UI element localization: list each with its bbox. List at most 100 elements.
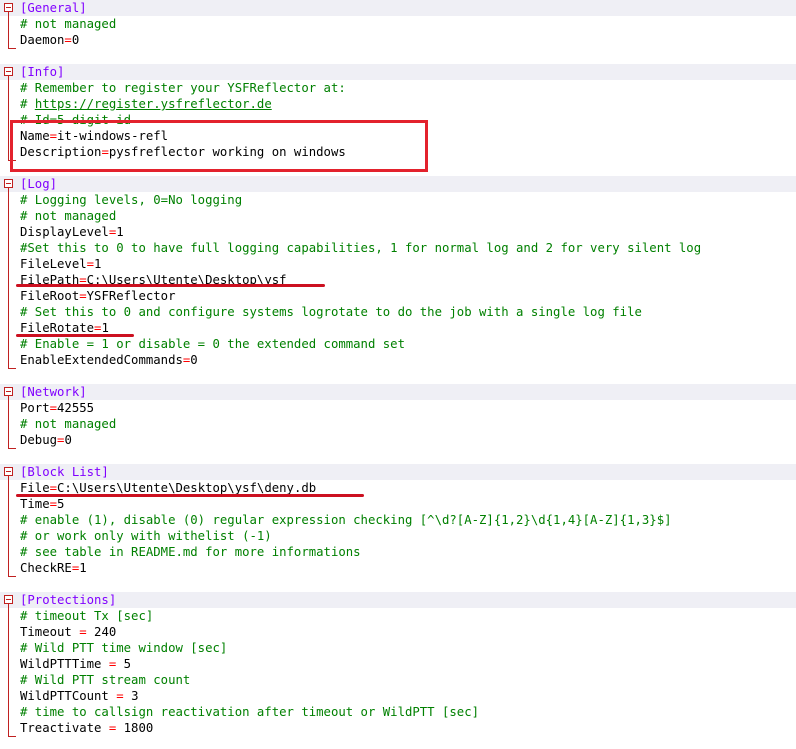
setting-line[interactable]: Port=42555 <box>0 400 796 416</box>
setting-value: 42555 <box>57 401 95 415</box>
comment-line[interactable]: # Set this to 0 and configure systems lo… <box>0 304 796 320</box>
setting-line[interactable]: FileRoot=YSFReflector <box>0 288 796 304</box>
setting-value: 3 <box>131 689 139 703</box>
comment: # https://register.ysfreflector.de <box>20 97 272 111</box>
comment-line[interactable]: # enable (1), disable (0) regular expres… <box>0 512 796 528</box>
setting-value: 1 <box>116 225 124 239</box>
line-text: # timeout Tx [sec] <box>20 608 153 624</box>
section-name: [Info] <box>20 65 65 79</box>
section-header[interactable]: [Info] <box>0 64 796 80</box>
comment-line[interactable]: # Logging levels, 0=No logging <box>0 192 796 208</box>
setting-key: CheckRE <box>20 561 72 575</box>
comment-line[interactable]: # Wild PTT time window [sec] <box>0 640 796 656</box>
fold-toggle-icon[interactable] <box>4 179 13 188</box>
comment-line[interactable]: # Remember to register your YSFReflector… <box>0 80 796 96</box>
setting-key: Treactivate <box>20 721 102 735</box>
setting-line[interactable]: CheckRE=1 <box>0 560 796 576</box>
setting-value: 0 <box>64 433 72 447</box>
section-title: [General] <box>20 0 87 16</box>
setting-value: 5 <box>57 497 65 511</box>
underline-blocklist-file <box>16 494 364 497</box>
section-header[interactable]: [General] <box>0 0 796 16</box>
comment-line[interactable]: # not managed <box>0 416 796 432</box>
section-title: [Network] <box>20 384 87 400</box>
fold-guide <box>8 476 9 576</box>
underline-filerotate <box>16 334 134 337</box>
fold-guide <box>8 188 9 368</box>
comment: # time to callsign reactivation after ti… <box>20 705 480 719</box>
highlight-box-name-description <box>10 120 428 172</box>
setting-key: DisplayLevel <box>20 225 109 239</box>
line-text: Debug=0 <box>20 432 72 448</box>
fold-toggle-icon[interactable] <box>4 387 13 396</box>
comment: #Set this to 0 to have full logging capa… <box>20 241 702 255</box>
section-header[interactable]: [Network] <box>0 384 796 400</box>
fold-toggle-icon[interactable] <box>4 595 13 604</box>
ini-editor[interactable]: [General] # not managed Daemon=0 [Info] # Re… <box>0 0 796 749</box>
line-text: # not managed <box>20 208 116 224</box>
register-link: https://register.ysfreflector.de <box>34 97 272 111</box>
comment-line[interactable]: # Wild PTT stream count <box>0 672 796 688</box>
setting-line[interactable]: Time=5 <box>0 496 796 512</box>
equals-sign: = <box>49 481 58 495</box>
comment-line[interactable]: # see table in README.md for more inform… <box>0 544 796 560</box>
line-text: # Enable = 1 or disable = 0 the extended… <box>20 336 405 352</box>
setting-line[interactable]: WildPTTTime = 5 <box>0 656 796 672</box>
equals-sign: = <box>49 497 58 511</box>
setting-line[interactable]: DisplayLevel=1 <box>0 224 796 240</box>
comment-line[interactable]: # time to callsign reactivation after ti… <box>0 704 796 720</box>
comment: # not managed <box>20 17 117 31</box>
fold-toggle-icon[interactable] <box>4 67 13 76</box>
comment-line[interactable]: # not managed <box>0 208 796 224</box>
comment-line[interactable]: # Enable = 1 or disable = 0 the extended… <box>0 336 796 352</box>
comment-line[interactable]: # or work only with withelist (-1) <box>0 528 796 544</box>
equals-sign: = <box>49 401 58 415</box>
section-title: [Protections] <box>20 592 116 608</box>
line-text: WildPTTTime = 5 <box>20 656 131 672</box>
setting-line[interactable]: Daemon=0 <box>0 32 796 48</box>
section-name: [Network] <box>20 385 87 399</box>
line-text: FileLevel=1 <box>20 256 101 272</box>
comment-line[interactable]: # https://register.ysfreflector.de <box>0 96 796 112</box>
line-text: CheckRE=1 <box>20 560 87 576</box>
line-text: # Wild PTT stream count <box>20 672 190 688</box>
setting-value: 1 <box>101 321 109 335</box>
section-header[interactable]: [Log] <box>0 176 796 192</box>
fold-guide-end <box>8 448 16 449</box>
comment: # Set this to 0 and configure systems lo… <box>20 305 642 319</box>
line-text: FileRoot=YSFReflector <box>20 288 175 304</box>
setting-key: EnableExtendedCommands <box>20 353 183 367</box>
line-text: # time to callsign reactivation after ti… <box>20 704 479 720</box>
setting-line[interactable]: FileLevel=1 <box>0 256 796 272</box>
line-text: # enable (1), disable (0) regular expres… <box>20 512 672 528</box>
fold-guide-end <box>8 368 16 369</box>
setting-line[interactable]: EnableExtendedCommands=0 <box>0 352 796 368</box>
fold-guide <box>8 604 9 736</box>
setting-value: 1 <box>79 561 87 575</box>
line-text: # not managed <box>20 416 116 432</box>
section-header[interactable]: [Block List] <box>0 464 796 480</box>
equals-sign: = <box>64 33 72 47</box>
setting-line[interactable]: Debug=0 <box>0 432 796 448</box>
fold-guide-end <box>8 48 16 49</box>
fold-guide-end <box>8 736 16 737</box>
section-header[interactable]: [Protections] <box>0 592 796 608</box>
setting-line[interactable]: WildPTTCount = 3 <box>0 688 796 704</box>
section-title: [Log] <box>20 176 57 192</box>
line-text: # not managed <box>20 16 116 32</box>
line-text: # Remember to register your YSFReflector… <box>20 80 346 96</box>
comment-line[interactable]: #Set this to 0 to have full logging capa… <box>0 240 796 256</box>
fold-toggle-icon[interactable] <box>4 467 13 476</box>
fold-toggle-icon[interactable] <box>4 3 13 12</box>
setting-key: FileLevel <box>20 257 87 271</box>
equals-sign: = <box>108 689 132 703</box>
comment-prefix: # <box>20 97 35 111</box>
comment: # Enable = 1 or disable = 0 the extended… <box>20 337 405 351</box>
setting-line[interactable]: Timeout = 240 <box>0 624 796 640</box>
setting-line[interactable]: Treactivate = 1800 <box>0 720 796 736</box>
comment-line[interactable]: # timeout Tx [sec] <box>0 608 796 624</box>
line-text: #Set this to 0 to have full logging capa… <box>20 240 701 256</box>
underline-filepath <box>16 284 325 287</box>
setting-value: 0 <box>71 33 80 47</box>
comment-line[interactable]: # not managed <box>0 16 796 32</box>
